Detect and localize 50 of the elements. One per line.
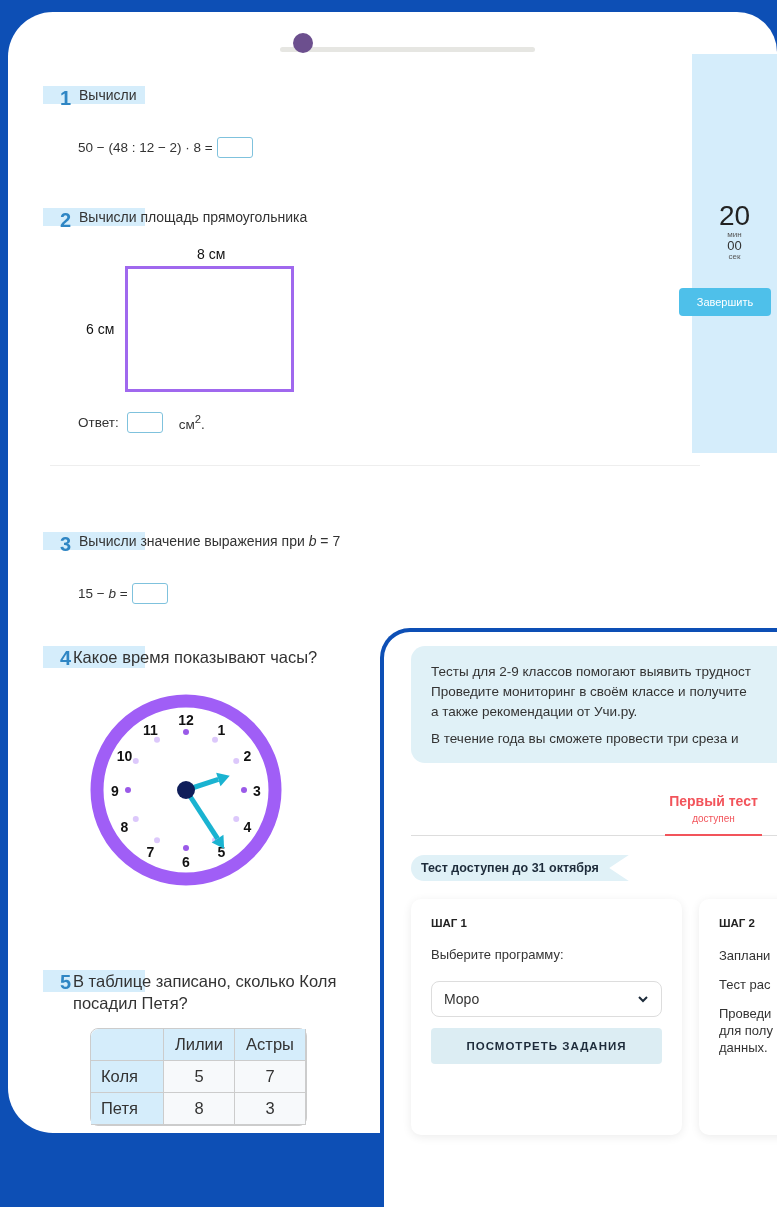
info-text: В течение года вы сможете провести три среза и [431,730,740,748]
table-cell: 8 [164,1093,235,1125]
table-row-header: Петя [91,1093,164,1125]
answer-field[interactable] [126,412,163,433]
answer-field[interactable] [216,137,253,158]
question-text: Вычисли значение выражения при b = 7 [79,532,341,550]
timer-minutes: 20 [718,202,751,230]
step-text: Заплани [719,947,772,964]
math-expression: 15 − b = [78,586,128,601]
question-text: Вычисли [79,86,137,104]
question-number: 1 [60,88,72,108]
question-text: В таблице записано, сколько Коля [73,971,337,992]
info-text: а также рекомендации от Учи.ру. [431,703,639,721]
step-text: Проведи [719,1005,773,1022]
info-text: Проведите мониторинг в своём классе и получите [431,683,748,701]
table-cell: 3 [235,1093,306,1125]
answer-label: Ответ: [78,415,119,430]
chevron-down-icon [637,995,649,1003]
step-text: Тест рас [719,976,772,993]
deadline-ribbon: Тест доступен до 31 октября [411,855,629,881]
step-label: ШАГ 2 [719,917,756,929]
question-text: Какое время показывают часы? [73,647,318,668]
dimension-label: 6 см [86,321,116,337]
dimension-label: 8 см [197,246,227,262]
info-text: Тесты для 2-9 классов помогают выявить трудност [431,663,752,681]
timer-seconds: 00 [727,239,742,252]
table-cell: 5 [164,1061,235,1093]
question-number: 2 [60,210,72,230]
timer-unit: мин [727,230,742,239]
progress-thumb[interactable] [292,33,313,53]
step-label: ШАГ 1 [431,917,468,929]
program-select[interactable]: Моро [431,981,662,1017]
table-cell: 7 [235,1061,306,1093]
table-header-cell: Лилии [164,1029,235,1061]
unit-label: см$^{2}$. [178,413,205,432]
math-expression: 50 − (48 : 12 − 2) · 8 = [78,140,213,155]
question-text: посадил Петя? [73,993,189,1014]
test-tab[interactable]: Первый тест доступен [665,791,762,836]
view-tasks-button[interactable]: ПОСМОТРЕТЬ ЗАДАНИЯ [431,1028,662,1064]
table-header-cell: Астры [235,1029,306,1061]
timer-unit: сек [728,252,741,261]
question-number: 4 [60,648,72,668]
question-number: 5 [60,972,72,992]
answer-field[interactable] [131,583,168,604]
step-text: для полу [719,1022,774,1039]
table-row-header: Коля [91,1061,164,1093]
step-prompt: Выберите программу: [431,947,565,962]
question-number: 3 [60,534,72,554]
step-text: данных. [719,1039,769,1056]
question-text: Вычисли площадь прямоугольника [79,208,308,226]
